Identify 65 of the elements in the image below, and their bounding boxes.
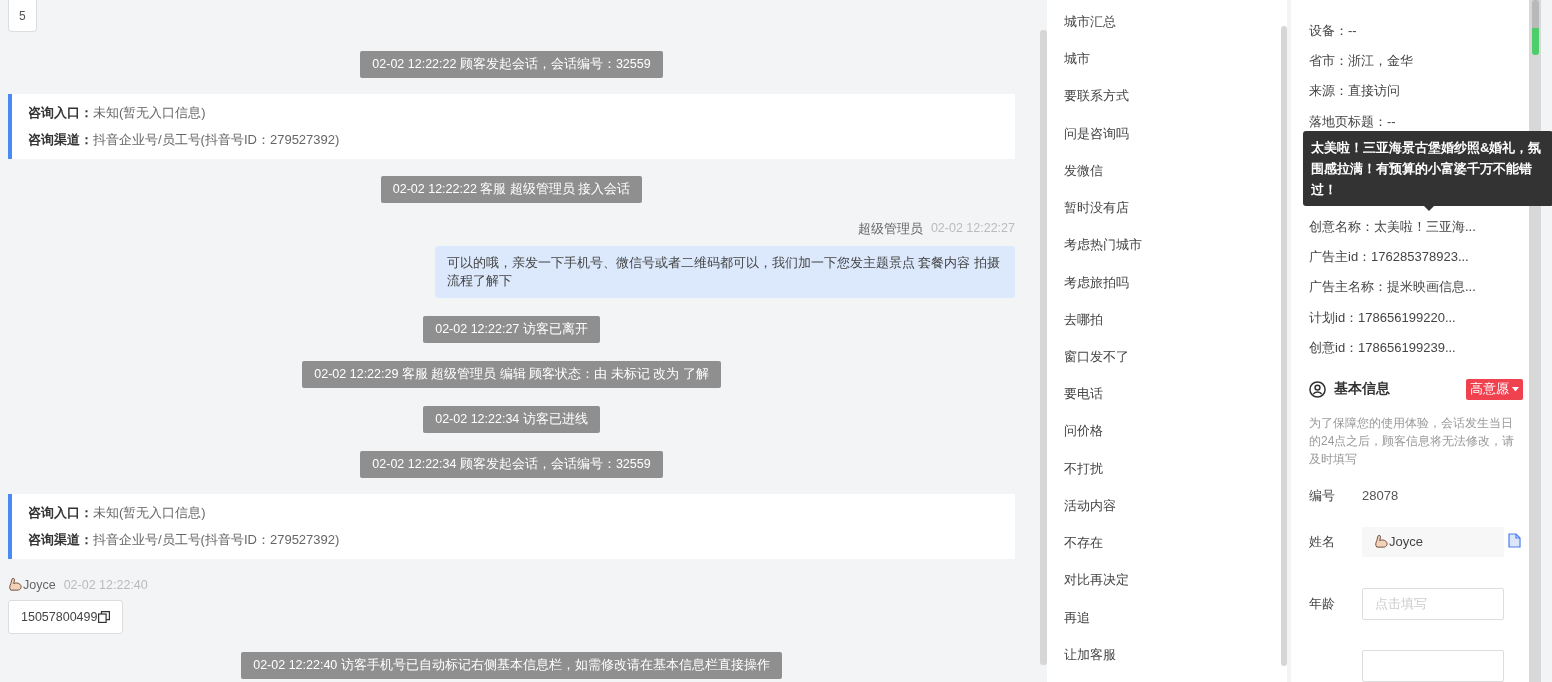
channel-text: 咨询渠道：抖音企业号/员工号(抖音号ID：279527392): [28, 131, 341, 149]
message-time: 02-02 12:22:27: [930, 221, 1015, 237]
field-value: 28078: [1362, 488, 1399, 504]
scrollbar-thumb[interactable]: [1040, 30, 1047, 665]
name-field[interactable]: Joyce: [1362, 526, 1504, 557]
quick-reply-item[interactable]: 窗口发不了: [1064, 346, 1129, 385]
intent-tag[interactable]: 高意愿: [1466, 378, 1523, 400]
quick-reply-item[interactable]: 问是咨询吗: [1064, 123, 1129, 161]
system-notice: 02-02 12:22:29 客服 超级管理员 编辑 顾客状态：由 未标记 改为 了解: [302, 361, 721, 388]
message-time: 02-02 12:22:40: [63, 577, 148, 592]
quick-reply-item[interactable]: 再追: [1064, 607, 1090, 645]
entry-text: 咨询入口：未知(暂无入口信息): [28, 504, 207, 522]
count-badge: 5: [8, 0, 37, 32]
quick-reply-item[interactable]: 暂时没有店: [1064, 198, 1129, 236]
caret-icon: [1512, 386, 1519, 392]
system-notice: 02-02 12:22:34 访客已进线: [423, 406, 600, 433]
system-notice: 02-02 12:22:22 客服 超级管理员 接入会话: [380, 176, 643, 203]
tooltip: 太美啦！三亚海景古堡婚纱照&婚礼，氛围感拉满！有预算的小富婆千万不能错过！: [1303, 130, 1552, 206]
user-circle-icon: [1309, 380, 1326, 398]
visitor-info-row-text: 计划id：178656199220...: [1309, 308, 1457, 327]
message-bubble: 可以的哦，亲发一下手机号、微信号或者二维码都可以，我们加一下您发主题景点 套餐内容 拍摄流程了解下: [435, 246, 1015, 298]
field-label: 年龄: [1309, 594, 1336, 613]
quick-reply-item[interactable]: 对比再决定: [1064, 570, 1129, 608]
field-label: 编号: [1309, 486, 1336, 505]
visitor-info-row-text: 落地页标题：--: [1309, 112, 1397, 131]
sender-name: Joyce: [23, 577, 56, 592]
flexed-arm-icon: [1374, 534, 1389, 550]
system-notice: 02-02 12:22:22 顾客发起会话，会话编号：32559: [360, 51, 663, 78]
visitor-info-row-text: 创意id：178656199239...: [1309, 338, 1457, 357]
quick-reply-item[interactable]: 发微信: [1064, 160, 1103, 199]
quick-reply-item[interactable]: 不存在: [1064, 533, 1103, 571]
system-notice: 02-02 12:22:27 访客已离开: [423, 316, 600, 343]
document-icon[interactable]: [1508, 532, 1521, 548]
flexed-arm-icon: [8, 577, 23, 592]
quick-reply-item[interactable]: 问价格: [1064, 421, 1103, 459]
visitor-info-row-text: 来源：直接访问: [1309, 82, 1401, 101]
quick-reply-item[interactable]: 让加客服: [1064, 644, 1116, 682]
quick-reply-item[interactable]: 要电话: [1064, 384, 1103, 422]
field-label: 姓名: [1309, 532, 1336, 551]
quick-reply-item[interactable]: 不打扰: [1064, 458, 1103, 496]
visitor-info-row-text: 设备：--: [1309, 22, 1358, 40]
visitor-info-row-text: 广告主名称：提米映画信息...: [1309, 278, 1477, 297]
visitor-info-row-text: 广告主id：176285378923...: [1309, 248, 1470, 267]
sender-name: 超级管理员: [857, 221, 923, 238]
section-title: 基本信息: [1334, 380, 1390, 399]
system-notice: 02-02 12:22:34 顾客发起会话，会话编号：32559: [360, 451, 663, 478]
entry-text: 咨询入口：未知(暂无入口信息): [28, 104, 207, 122]
tooltip-arrow: [1424, 205, 1434, 211]
quick-reply-item[interactable]: 考虑热门城市: [1064, 235, 1142, 273]
quick-reply-item[interactable]: 城市汇总: [1064, 12, 1116, 50]
system-notice: 02-02 12:22:40 访客手机号已自动标记右侧基本信息栏，如需修改请在基本信息栏直接操作: [241, 652, 782, 679]
notice-text: 为了保障您的使用体验，会话发生当日的24点之后，顾客信息将无法修改，请及时填写: [1309, 414, 1516, 468]
input-field[interactable]: [1362, 649, 1504, 682]
copy-icon[interactable]: [98, 611, 111, 623]
scrollbar-thumb[interactable]: [1281, 26, 1287, 666]
visitor-info-row-text: 省市：浙江，金华: [1309, 52, 1414, 71]
quick-reply-item[interactable]: 去哪拍: [1064, 309, 1103, 347]
visitor-info-row-text: 创意名称：太美啦！三亚海...: [1309, 217, 1477, 236]
scrollbar-thumb[interactable]: [1531, 0, 1539, 55]
quick-reply-item[interactable]: 活动内容: [1064, 495, 1116, 534]
channel-text: 咨询渠道：抖音企业号/员工号(抖音号ID：279527392): [28, 531, 341, 549]
quick-reply-item[interactable]: 要联系方式: [1064, 86, 1129, 124]
quick-reply-item[interactable]: 考虑旅拍吗: [1064, 272, 1129, 310]
phone-number: 15057800499: [21, 610, 98, 624]
quick-reply-item[interactable]: 城市: [1064, 49, 1090, 87]
